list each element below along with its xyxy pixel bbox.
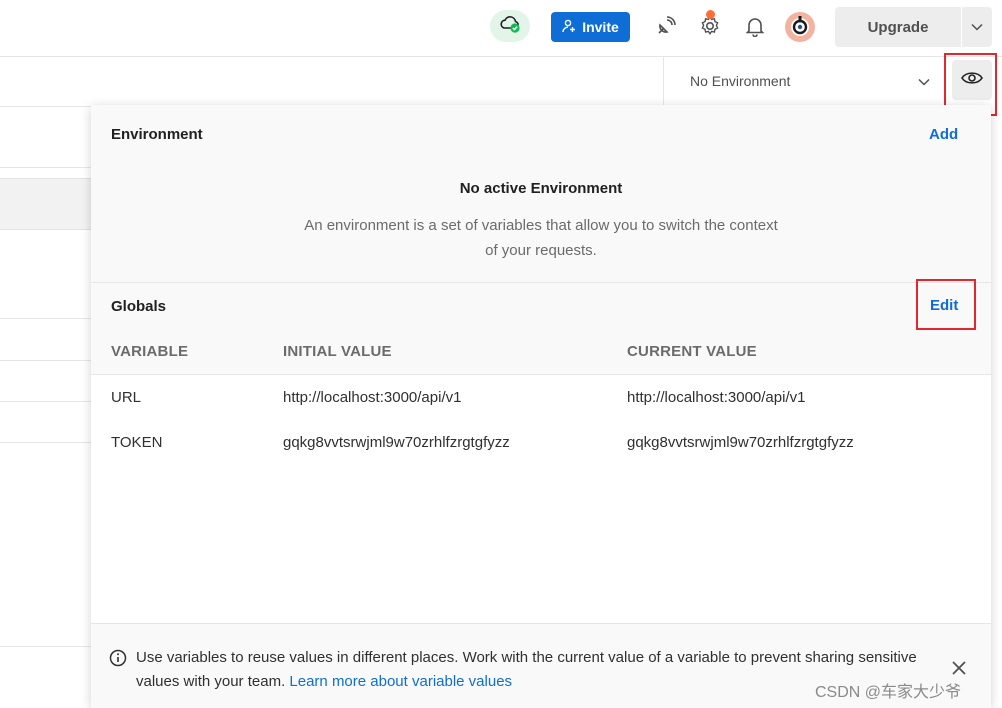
avatar[interactable] [785, 12, 815, 42]
section-separator [91, 282, 991, 283]
background-divider [0, 360, 92, 361]
watermark: CSDN @车家大少爷 [815, 684, 962, 701]
top-bar: Invite Upgrade [0, 0, 1002, 57]
background-row [0, 178, 92, 230]
learn-more-link[interactable]: Learn more about variable values [289, 673, 512, 690]
environment-section-title: Environment [111, 126, 203, 143]
invite-label: Invite [582, 19, 619, 35]
background-divider [0, 442, 92, 443]
bell-icon[interactable] [743, 14, 767, 38]
table-header-separator [91, 374, 991, 375]
chevron-down-icon [971, 18, 983, 36]
chevron-down-icon [918, 73, 930, 89]
info-icon [109, 649, 127, 667]
variable-current-value: gqkg8vvtsrwjml9w70zrhlfzrgtgfyzz [627, 434, 854, 451]
upgrade-button[interactable]: Upgrade [835, 7, 961, 47]
variable-initial-value: http://localhost:3000/api/v1 [283, 389, 462, 406]
empty-state-title: No active Environment [459, 180, 623, 197]
variable-name: TOKEN [111, 434, 163, 451]
variable-initial-value: gqkg8vvtsrwjml9w70zrhlfzrgtgfyzz [283, 434, 510, 451]
add-environment-button[interactable]: Add [929, 126, 958, 143]
env-divider [663, 57, 664, 105]
add-user-icon [562, 19, 576, 36]
variable-name: URL [111, 389, 142, 406]
close-icon[interactable] [951, 660, 967, 676]
globals-table: URL http://localhost:3000/api/v1 http://… [91, 374, 991, 623]
column-header-initial-value: INITIAL VALUE [283, 343, 392, 360]
info-banner-message: Use variables to reuse values in differe… [136, 649, 917, 690]
cloud-sync-icon [499, 14, 521, 39]
background-divider [0, 106, 92, 107]
column-header-variable: VARIABLE [111, 343, 189, 360]
notification-dot [706, 10, 715, 19]
background-divider [0, 401, 92, 402]
invite-button[interactable]: Invite [551, 12, 630, 42]
satellite-icon[interactable] [654, 14, 678, 38]
background-divider [0, 646, 92, 647]
highlight-box [916, 279, 976, 330]
empty-state-description: An environment is a set of variables tha… [304, 217, 778, 259]
background-divider [0, 318, 92, 319]
background-divider [0, 167, 92, 168]
environment-select[interactable]: No Environment [690, 70, 930, 92]
globals-section-title: Globals [111, 298, 167, 315]
environment-select-value: No Environment [690, 73, 791, 89]
variable-current-value: http://localhost:3000/api/v1 [627, 389, 806, 406]
sync-status-button[interactable] [490, 10, 530, 42]
environment-quick-look-panel: Environment Add No active Environment An… [91, 105, 991, 708]
column-header-current-value: CURRENT VALUE [627, 343, 757, 360]
upgrade-options-button[interactable] [962, 7, 992, 47]
